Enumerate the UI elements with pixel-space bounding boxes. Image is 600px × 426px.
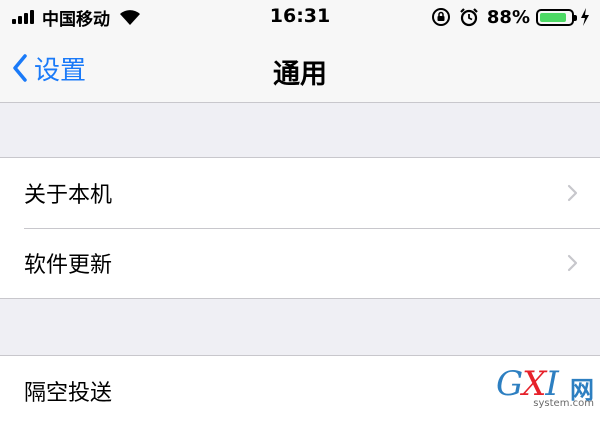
orientation-lock-icon <box>431 8 450 26</box>
list-item-label: 软件更新 <box>24 253 113 278</box>
list-item-software-update[interactable]: 软件更新 <box>0 228 600 298</box>
chevron-right-icon <box>567 254 578 272</box>
list-item-label: 关于本机 <box>24 183 113 208</box>
settings-group: 关于本机 软件更新 <box>0 157 600 299</box>
status-right: 88% <box>431 5 590 29</box>
watermark-logo: GXI 网 system.com <box>496 356 596 416</box>
list-item-label: 隔空投送 <box>24 381 113 406</box>
status-bar: 中国移动 16:31 88% <box>0 0 600 34</box>
navigation-bar: 设置 通用 <box>0 34 600 103</box>
page-title: 通用 <box>273 59 327 90</box>
battery-percent: 88% <box>486 6 530 28</box>
battery-fill <box>540 12 567 22</box>
list-item-about[interactable]: 关于本机 <box>0 158 600 228</box>
alarm-icon <box>460 8 478 27</box>
charging-icon <box>581 8 589 26</box>
chevron-right-icon <box>567 184 578 202</box>
battery-icon <box>536 8 577 26</box>
watermark-site: system.com <box>533 398 594 409</box>
